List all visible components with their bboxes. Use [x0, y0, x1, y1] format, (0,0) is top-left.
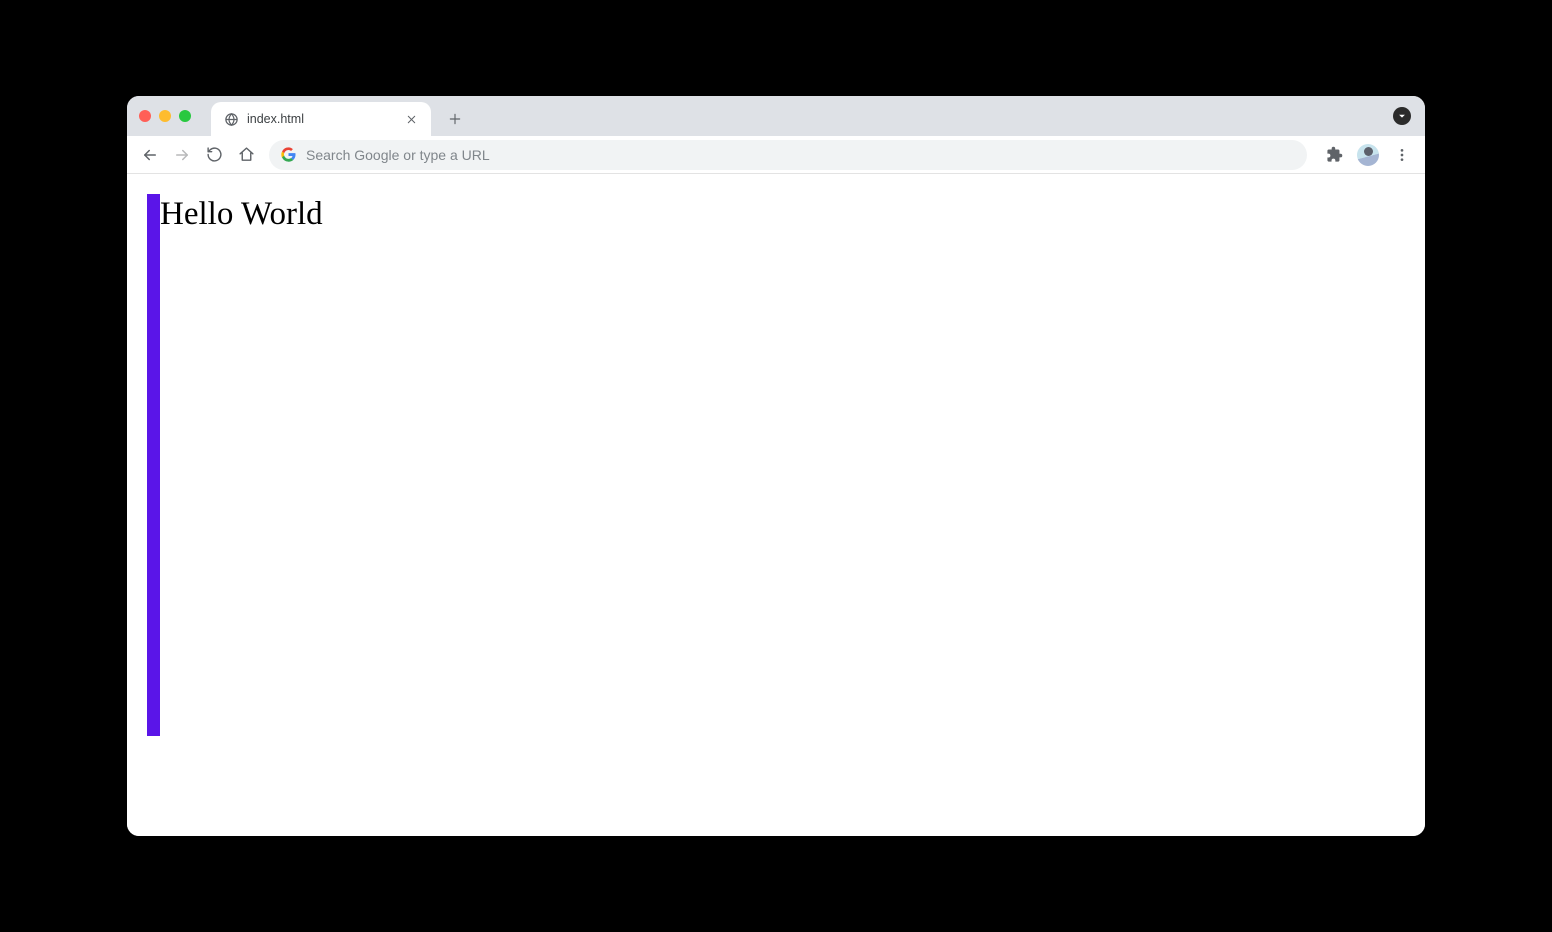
window-fullscreen-button[interactable]: [179, 110, 191, 122]
window-controls: [139, 96, 211, 136]
back-button[interactable]: [135, 140, 165, 170]
browser-window: index.html: [127, 96, 1425, 836]
address-bar[interactable]: [269, 140, 1307, 170]
tab-title: index.html: [247, 112, 395, 126]
profile-button[interactable]: [1353, 140, 1383, 170]
globe-icon: [223, 111, 239, 127]
browser-toolbar: [127, 136, 1425, 174]
page-viewport: Hello World: [127, 174, 1425, 836]
google-icon: [281, 147, 296, 162]
tab-search-button[interactable]: [1393, 107, 1411, 125]
new-tab-button[interactable]: [441, 105, 469, 133]
forward-button[interactable]: [167, 140, 197, 170]
toolbar-right: [1315, 140, 1417, 170]
chrome-menu-button[interactable]: [1387, 140, 1417, 170]
home-button[interactable]: [231, 140, 261, 170]
page-content: Hello World: [147, 194, 1405, 816]
tabstrip-right: [1393, 96, 1425, 136]
tab-close-button[interactable]: [403, 111, 419, 127]
vertical-bar: [147, 194, 160, 736]
address-input[interactable]: [306, 147, 1295, 163]
reload-button[interactable]: [199, 140, 229, 170]
avatar-icon: [1357, 144, 1379, 166]
extensions-button[interactable]: [1319, 140, 1349, 170]
page-heading: Hello World: [160, 196, 323, 233]
tab-strip: index.html: [127, 96, 1425, 136]
window-minimize-button[interactable]: [159, 110, 171, 122]
browser-tab[interactable]: index.html: [211, 102, 431, 136]
window-close-button[interactable]: [139, 110, 151, 122]
